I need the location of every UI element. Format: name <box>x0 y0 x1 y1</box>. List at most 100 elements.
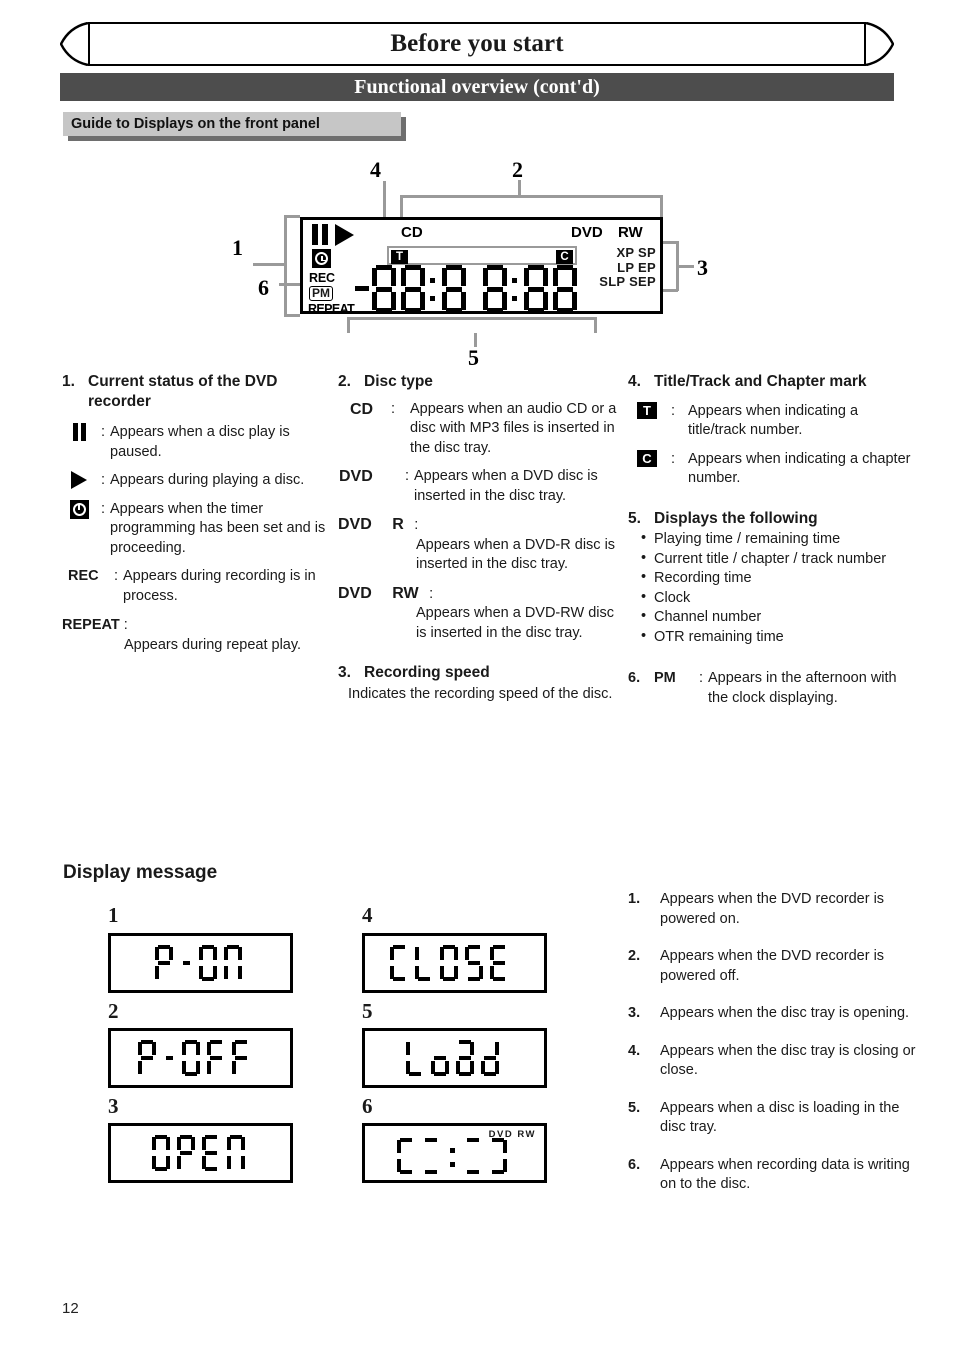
segment-digit <box>371 265 397 313</box>
sd-colon <box>446 1138 458 1174</box>
chapter-mark-icon: C <box>556 250 573 264</box>
dm-explanation-number: 6. <box>628 1156 641 1173</box>
segment-colon <box>511 265 520 313</box>
sd-P <box>154 945 174 981</box>
def-dvd-rw-sub: RW <box>392 584 419 602</box>
segment-digit <box>400 265 426 313</box>
sd-N <box>226 1135 246 1171</box>
list-item: Clock <box>638 588 918 609</box>
leader-5-span <box>347 317 596 320</box>
sd-bracket-left <box>396 1138 416 1174</box>
def-dvd-text: Appears when a DVD disc is inserted in t… <box>414 468 598 504</box>
play-icon <box>62 471 96 491</box>
leader-1-bottom-tick <box>284 314 300 317</box>
segment-minus <box>355 285 369 291</box>
sd-N <box>223 945 243 981</box>
dm-box-5-segments <box>405 1040 505 1076</box>
def-chapter-mark: C : Appears when indicating a chapter nu… <box>628 449 918 489</box>
dm-number-6: 6 <box>362 1094 373 1118</box>
heading-3-body: Indicates the recording speed of the dis… <box>348 685 613 702</box>
segment-digit <box>552 265 578 313</box>
segment-digit <box>482 265 508 313</box>
sd-blank-dash <box>463 1138 483 1174</box>
def-dvd-r: DVD R : Appears when a DVD-R disc is ins… <box>338 515 628 575</box>
def-dvd-rw-key: DVD <box>338 584 372 602</box>
def-dvd-rw-text: Appears when a DVD-RW disc is inserted i… <box>416 605 614 641</box>
def-play: : Appears during playing a disc. <box>62 471 342 491</box>
banner-left-cap <box>60 22 89 66</box>
heading-1: 1. Current status of the DVD recorder <box>62 372 342 411</box>
def-pause-text: Appears when a disc play is paused. <box>110 424 290 460</box>
leader-2-span <box>400 195 662 198</box>
dm-explanation-text: Appears when a disc is loading in the di… <box>660 1099 900 1136</box>
def-rec-text: Appears during recording is in process. <box>123 568 316 604</box>
def-sep: : <box>113 568 119 584</box>
heading-2: 2. Disc type <box>338 372 628 392</box>
leader-2-left-tick <box>400 195 403 217</box>
sd-P <box>176 1135 196 1171</box>
dvd-indicator-label: DVD <box>571 224 603 241</box>
title-chapter-mark-row: T C <box>387 246 577 265</box>
dm-box-4-segments <box>389 945 514 981</box>
sd-O <box>151 1135 171 1171</box>
def-sep: : <box>698 670 704 686</box>
leader-5-right-tick <box>594 317 597 333</box>
display-message-explanations: 1. Appears when the DVD recorder is powe… <box>628 890 928 1213</box>
front-panel-lcd: REC PM REPEAT CD DVD RW XP SP LP EP SLP … <box>300 217 663 316</box>
sd-F <box>206 1040 226 1076</box>
speed-line-1: XP SP <box>616 245 656 260</box>
dm-box-3-segments <box>151 1135 251 1171</box>
dm-explanation-number: 1. <box>628 891 641 907</box>
play-icon <box>335 224 354 246</box>
def-timer: : Appears when the timer programming has… <box>62 499 342 559</box>
def-sep: : <box>670 402 676 419</box>
sd-O <box>439 945 459 981</box>
callout-4: 4 <box>370 157 381 182</box>
running-head: Before you start <box>60 22 894 66</box>
sd-F <box>231 1040 251 1076</box>
sd-E <box>489 945 509 981</box>
pause-icon <box>312 224 329 245</box>
def-pm-text: Appears in the afternoon with the clock … <box>708 670 897 706</box>
list-item: Recording time <box>638 568 918 589</box>
sd-C <box>389 945 409 981</box>
heading-3: 3. Recording speed <box>338 663 628 683</box>
leader-2-right-tick <box>660 195 663 217</box>
sd-dash <box>179 945 193 981</box>
heading-6-number: 6. <box>628 670 641 686</box>
def-dvd-r-sub: R <box>392 516 404 533</box>
title-mark-icon: T <box>391 250 408 264</box>
list-item: OTR remaining time <box>638 627 918 648</box>
repeat-indicator-label: REPEAT <box>308 302 355 316</box>
leader-3-top-tick <box>662 241 678 244</box>
def-title-mark: T : Appears when indicating a title/trac… <box>628 401 918 441</box>
def-rec-key: REC <box>68 568 99 584</box>
heading-5-title: Displays the following <box>654 509 818 527</box>
callout-5: 5 <box>468 345 479 370</box>
dm-box-6: DVD RW <box>362 1123 547 1183</box>
title-mark-glyph: T <box>637 401 657 419</box>
def-repeat-key: REPEAT <box>62 617 120 633</box>
dm-number-3: 3 <box>108 1094 119 1118</box>
dm-explanation-text: Appears when recording data is writing o… <box>660 1156 910 1193</box>
heading-2-title: Disc type <box>364 373 433 390</box>
leader-1-top-tick <box>284 215 300 218</box>
sd-a <box>455 1040 475 1076</box>
def-sep: : <box>670 450 676 467</box>
seven-segment-display <box>355 264 581 314</box>
running-head-title: Before you start <box>390 30 564 57</box>
list-item: Playing time / remaining time <box>638 529 918 550</box>
sd-O <box>198 945 218 981</box>
dm-number-1: 1 <box>108 903 119 927</box>
def-pause: : Appears when a disc play is paused. <box>62 423 342 462</box>
leader-5-stem <box>474 333 477 347</box>
dm-explanation: 6. Appears when recording data is writin… <box>628 1156 928 1195</box>
segment-digit <box>441 265 467 313</box>
def-dvd-r-text: Appears when a DVD-R disc is inserted in… <box>416 536 616 573</box>
rw-indicator-label: RW <box>618 224 643 241</box>
dm-explanation-number: 3. <box>628 1005 641 1021</box>
dm-number-5: 5 <box>362 999 373 1023</box>
dm-explanation: 5. Appears when a disc is loading in the… <box>628 1099 928 1138</box>
banner-right-cap <box>865 22 894 66</box>
dm-explanation-number: 5. <box>628 1099 641 1116</box>
